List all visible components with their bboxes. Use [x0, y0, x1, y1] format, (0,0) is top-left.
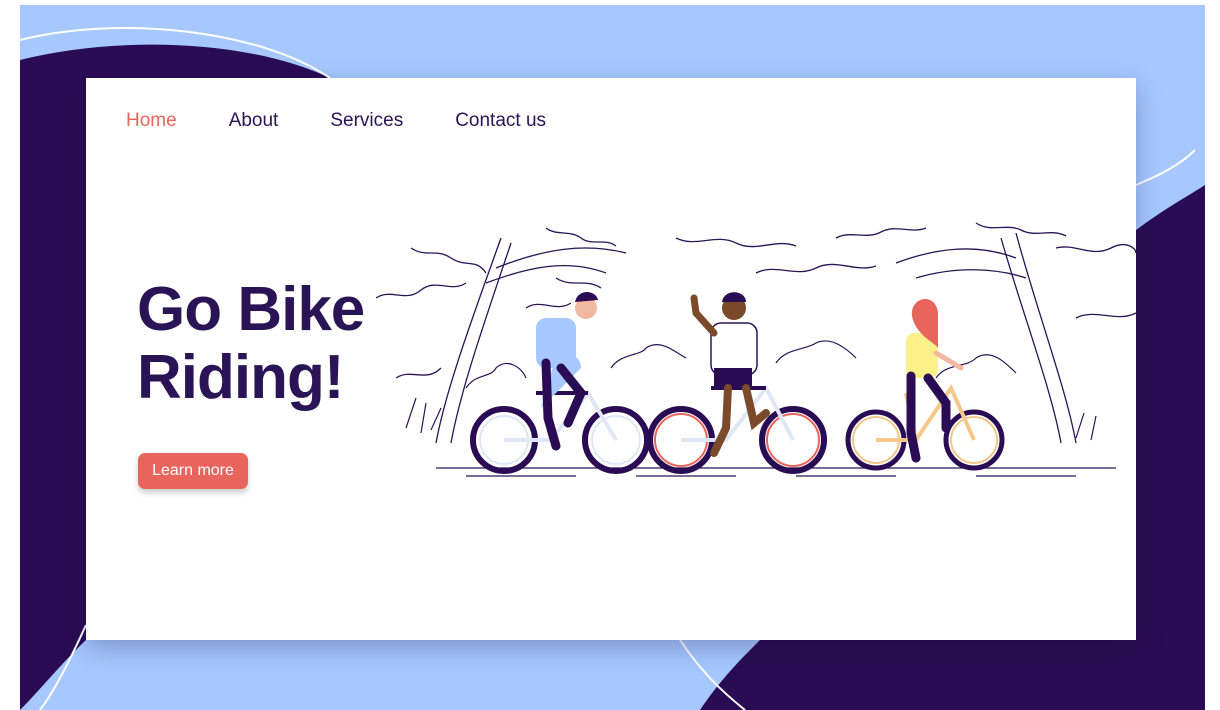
cyclist-3 [845, 299, 1005, 471]
landing-page: Home About Services Contact us Go Bike R… [0, 0, 1220, 710]
top-navigation: Home About Services Contact us [126, 110, 598, 132]
landing-card: Home About Services Contact us Go Bike R… [86, 78, 1136, 640]
cyclist-1 [470, 292, 650, 474]
nav-contact-link[interactable]: Contact us [455, 110, 546, 132]
hero-title-line2: Riding! [137, 343, 344, 412]
cyclist-2 [647, 292, 827, 474]
nav-about-link[interactable]: About [229, 110, 279, 132]
learn-more-button[interactable]: Learn more [138, 453, 248, 489]
hero-title: Go Bike Riding! [137, 276, 397, 412]
hero-title-line1: Go Bike [137, 275, 365, 344]
nav-home-link[interactable]: Home [126, 110, 177, 132]
nav-services-link[interactable]: Services [330, 110, 403, 132]
cyclists-illustration [376, 222, 1136, 477]
